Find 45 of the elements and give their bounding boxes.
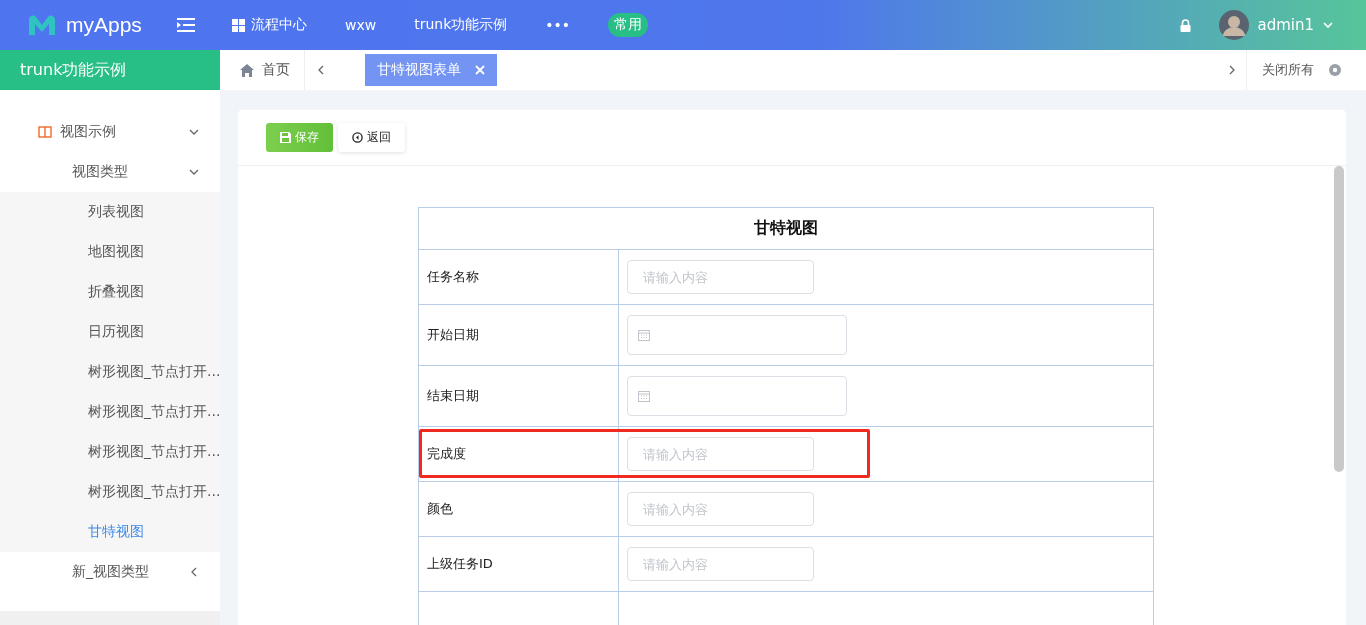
grid-icon [232, 18, 245, 32]
floppy-icon [280, 132, 291, 143]
calendar-icon [638, 390, 650, 402]
home-icon [240, 63, 254, 77]
lock-icon[interactable] [1180, 18, 1192, 32]
nav-item[interactable]: trunk功能示例 [414, 16, 508, 34]
sidebar-title: trunk功能示例 [0, 50, 220, 90]
date-field[interactable] [627, 376, 847, 416]
logo-icon [26, 13, 58, 37]
columns-icon [38, 126, 52, 138]
sidebar-item[interactable]: 树形视图_节点打开... [0, 472, 220, 512]
close-all-button[interactable]: 关闭所有 [1246, 50, 1366, 90]
form-title: 甘特视图 [754, 218, 818, 239]
menu-icon[interactable] [176, 17, 196, 33]
calendar-icon [638, 329, 650, 341]
sidebar-item[interactable]: 地图视图 [0, 232, 220, 272]
close-icon[interactable] [475, 65, 485, 75]
sidebar-item[interactable]: 折叠视图 [0, 272, 220, 312]
back-button[interactable]: 返回 [338, 123, 405, 152]
logo-text: myApps [66, 13, 142, 37]
field-label: 任务名称 [419, 250, 619, 304]
date-field[interactable] [627, 315, 847, 355]
sidebar-item[interactable]: 树形视图_节点打开... [0, 392, 220, 432]
back-icon [352, 132, 363, 143]
input-field[interactable]: 请输入内容 [627, 492, 814, 526]
scrollbar[interactable] [1334, 166, 1344, 472]
input-field[interactable]: 请输入内容 [627, 547, 814, 581]
nav-item[interactable]: wxw [345, 17, 377, 33]
input-field[interactable]: 请输入内容 [627, 260, 814, 294]
gear-icon [1328, 63, 1342, 77]
home-tab[interactable]: 首页 [220, 50, 305, 90]
sidebar-item[interactable]: 树形视图_节点打开... [0, 432, 220, 472]
avatar [1219, 10, 1250, 40]
field-label: 结束日期 [419, 366, 619, 426]
field-label: 开始日期 [419, 305, 619, 365]
field-label: 完成度 [419, 427, 619, 481]
sidebar-item[interactable]: 列表视图 [0, 192, 220, 232]
nav-item[interactable]: 流程中心 [232, 16, 307, 34]
field-label: 颜色 [419, 482, 619, 536]
sidebar-item[interactable]: 日历视图 [0, 312, 220, 352]
field-label: 上级任务ID [419, 537, 619, 591]
caret-icon [1322, 19, 1334, 31]
nav-item[interactable]: ••• [545, 17, 571, 33]
input-field[interactable]: 请输入内容 [627, 437, 814, 471]
sidebar-item[interactable]: 树形视图_节点打开... [0, 352, 220, 392]
